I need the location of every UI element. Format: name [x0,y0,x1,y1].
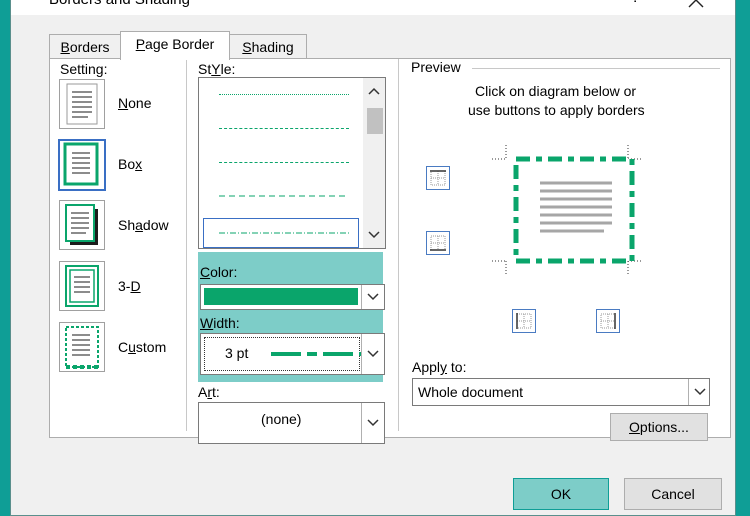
options-button[interactable]: Options... [610,413,708,441]
setting-shadow-option[interactable] [59,200,105,250]
apply-to-dropdown-button[interactable] [688,379,709,405]
chevron-down-icon [367,350,379,358]
setting-custom-label: Custom [118,339,167,355]
column-divider-right [398,59,399,431]
scroll-down-icon[interactable] [363,228,385,242]
scroll-up-icon[interactable] [363,84,385,98]
art-dropdown-button[interactable] [361,403,384,443]
preview-hint-line1: Click on diagram below or [475,83,637,99]
setting-box-option[interactable] [58,139,106,191]
tab-shading[interactable]: Shading [229,34,307,59]
dash-dot-line-icon [219,232,349,234]
apply-to-value: Whole document [418,384,524,400]
width-value: 3 pt [225,345,249,361]
border-preview-diagram[interactable] [492,145,642,275]
setting-none-option[interactable] [59,79,105,129]
dialog-title: Borders and Shading [49,0,190,8]
style-listbox[interactable] [198,77,386,249]
tab-borders[interactable]: Borders [49,34,121,59]
apply-to-dropdown[interactable]: Whole document [412,378,710,406]
chevron-down-icon [367,293,379,301]
style-heading: StYle: [198,61,236,77]
border-right-icon [600,313,616,329]
page-shadow-icon [65,204,98,245]
tab-shading-key: S [242,39,252,55]
cancel-button[interactable]: Cancel [624,478,722,510]
color-dropdown[interactable] [200,284,385,310]
color-swatch [204,288,358,305]
help-button[interactable]: ? [631,0,640,7]
tab-page-border[interactable]: Page Border [120,31,230,60]
art-dropdown[interactable]: (none) [198,402,385,444]
ok-button[interactable]: OK [513,478,609,510]
style-option-small-dash[interactable] [219,128,349,129]
color-dropdown-button[interactable] [361,285,384,309]
bottom-border-button[interactable] [426,231,450,255]
close-button[interactable] [683,0,709,13]
preview-hint-line2: use buttons to apply borders [468,102,645,118]
chevron-down-icon [694,388,706,396]
style-option-dotted[interactable] [219,94,349,95]
page-3d-icon [65,265,99,307]
setting-heading: Setting: [60,61,108,77]
color-heading: Color: [200,264,238,280]
thick-dash-line-icon [271,352,361,356]
right-border-button[interactable] [596,309,620,333]
style-option-dash[interactable] [219,162,349,163]
tab-page-key: P [135,36,146,52]
setting-shadow-label: Shadow [118,217,169,233]
width-dropdown-button[interactable] [361,334,384,374]
art-value: (none) [261,411,302,427]
page-box-icon [63,142,99,186]
width-dropdown[interactable]: 3 pt [200,333,385,375]
apply-to-heading: Apply to: [412,359,467,375]
art-heading: Art: [198,384,220,400]
top-border-button[interactable] [426,166,450,190]
page-custom-icon [65,326,99,369]
setting-3d-option[interactable] [59,261,105,311]
title-bar: Borders and Shading ? [11,0,735,15]
border-top-icon [430,170,446,186]
setting-none-label: None [118,95,152,111]
scroll-thumb[interactable] [367,108,383,134]
preview-heading-rule [472,68,720,69]
page-border-panel: Setting: None Box Shadow 3-D Custom StYl… [49,58,731,444]
close-icon [688,0,704,8]
borders-and-shading-dialog: Borders and Shading ? Borders Page Borde… [10,0,736,516]
setting-box-label: Box [118,156,143,172]
column-divider-left [186,59,187,431]
style-option-long-dash[interactable] [219,195,349,197]
width-heading: Width: [200,315,240,331]
page-none-icon [66,83,98,125]
width-selected-value: 3 pt [204,337,361,371]
border-left-icon [516,313,532,329]
setting-custom-option[interactable] [59,322,105,372]
style-option-selected[interactable] [203,218,359,248]
left-border-button[interactable] [512,309,536,333]
tab-borders-key: B [60,39,70,55]
setting-3d-label: 3-D [118,278,141,294]
chevron-down-icon [367,419,379,427]
border-bottom-icon [430,235,446,251]
preview-heading: Preview [411,59,461,75]
style-scrollbar[interactable] [363,78,385,248]
